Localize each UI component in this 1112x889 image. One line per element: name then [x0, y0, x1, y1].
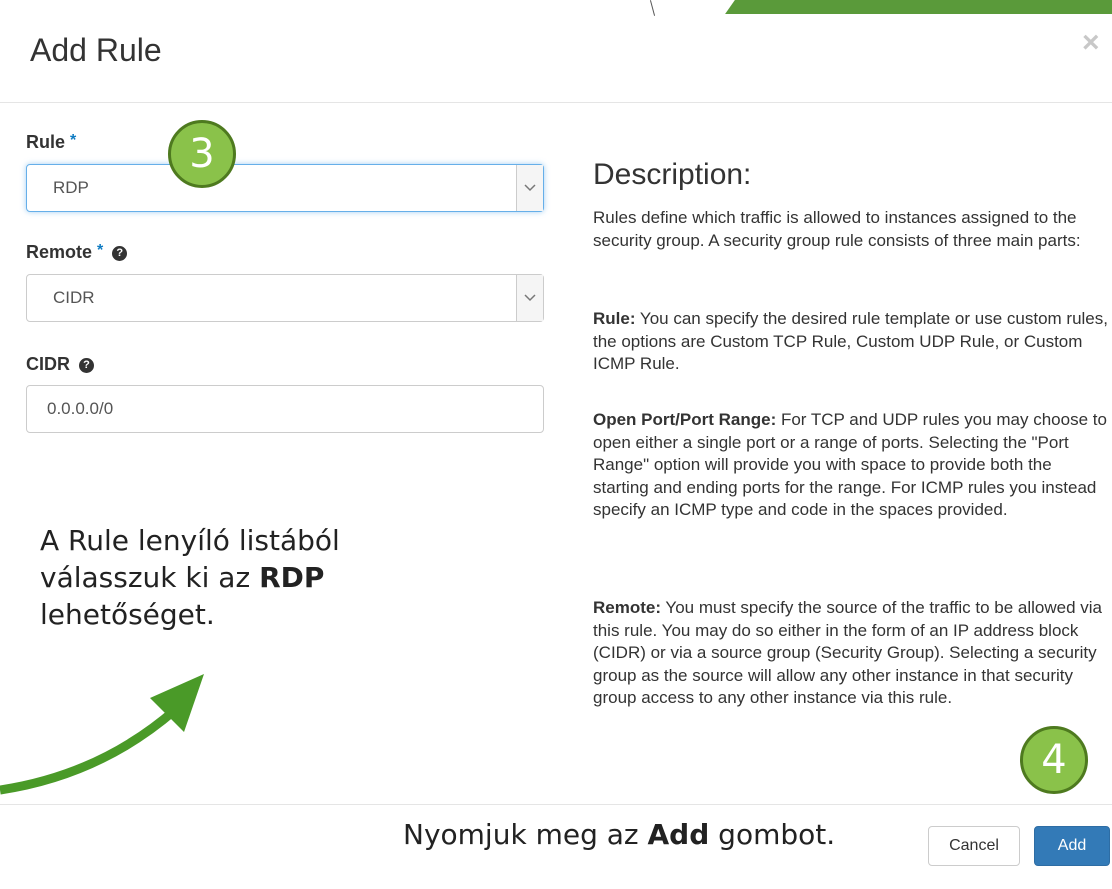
- instruction-note: A Rule lenyíló listából válasszuk ki az …: [40, 524, 340, 631]
- remote-select[interactable]: CIDR: [26, 274, 544, 322]
- cidr-input-value: 0.0.0.0/0: [47, 399, 114, 418]
- step-badge-4: 4: [1020, 726, 1088, 794]
- rule-label: Rule *: [26, 132, 77, 152]
- header-divider: [0, 102, 1112, 103]
- description-remote: Remote: You must specify the source of t…: [593, 598, 1103, 707]
- add-instruction: Nyomjuk meg az Add gombot.: [403, 818, 836, 851]
- decorative-line: [649, 0, 656, 16]
- cidr-label: CIDR ?: [26, 354, 95, 375]
- description-intro: Rules define which traffic is allowed to…: [593, 208, 1081, 250]
- required-marker: *: [97, 242, 104, 259]
- decorative-banner: [700, 0, 1112, 14]
- rule-select[interactable]: RDP: [26, 164, 544, 212]
- remote-select-value: CIDR: [53, 288, 95, 307]
- step-badge-3: 3: [168, 120, 236, 188]
- rule-select-value: RDP: [53, 178, 89, 197]
- description-port-range: Open Port/Port Range: For TCP and UDP ru…: [593, 410, 1107, 519]
- chevron-down-icon[interactable]: [516, 275, 543, 321]
- arrow-icon: [0, 674, 204, 795]
- add-button[interactable]: Add: [1034, 826, 1110, 866]
- help-icon[interactable]: ?: [112, 245, 128, 261]
- description-heading: Description:: [593, 158, 752, 191]
- close-icon[interactable]: ×: [1082, 26, 1100, 60]
- cidr-input[interactable]: 0.0.0.0/0: [26, 385, 544, 433]
- required-marker: *: [70, 132, 77, 149]
- cancel-button[interactable]: Cancel: [928, 826, 1020, 866]
- help-icon[interactable]: ?: [79, 357, 95, 373]
- dialog-title: Add Rule: [30, 32, 162, 68]
- chevron-down-icon[interactable]: [516, 165, 543, 211]
- footer-divider: [0, 804, 1112, 805]
- remote-label: Remote * ?: [26, 242, 128, 263]
- description-rule: Rule: You can specify the desired rule t…: [593, 309, 1108, 373]
